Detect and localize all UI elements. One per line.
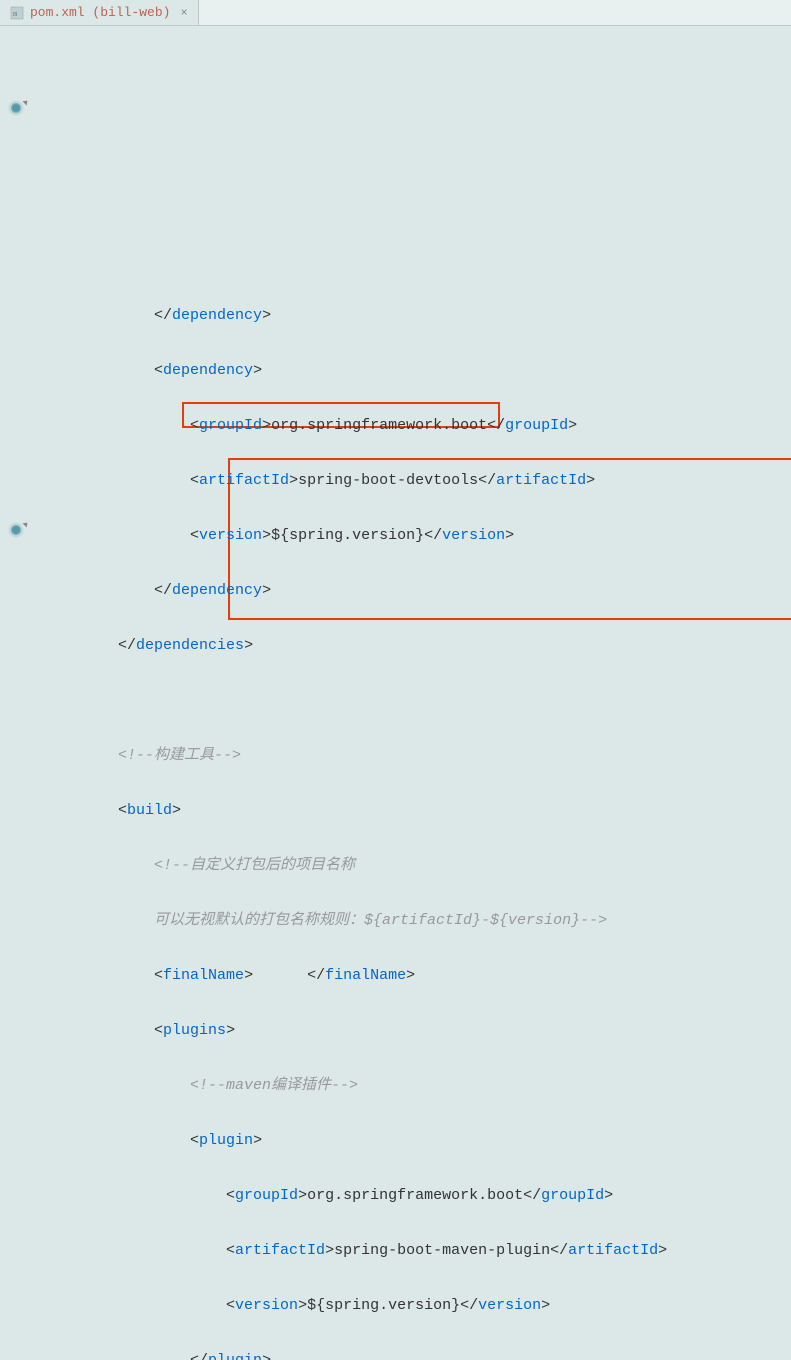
gutter bbox=[0, 26, 42, 680]
tab-title: pom.xml (bill-web) bbox=[30, 5, 170, 20]
code-line: </dependencies> bbox=[42, 632, 791, 660]
run-icon[interactable] bbox=[10, 102, 28, 120]
code-line: <version>${spring.version}</version> bbox=[42, 522, 791, 550]
code-line: <!--构建工具--> bbox=[42, 742, 791, 770]
code-line: <dependency> bbox=[42, 357, 791, 385]
tag-highlight bbox=[42, 144, 114, 168]
close-icon[interactable]: × bbox=[180, 6, 187, 20]
code-line: <artifactId>spring-boot-maven-plugin</ar… bbox=[42, 1237, 791, 1265]
tab-bar: m pom.xml (bill-web) × bbox=[0, 0, 791, 26]
code-line: </plugin> bbox=[42, 1347, 791, 1360]
code-line: <build> bbox=[42, 797, 791, 825]
code-line bbox=[42, 687, 791, 715]
code-line: <groupId>org.springframework.boot</group… bbox=[42, 412, 791, 440]
code-line: <artifactId>spring-boot-devtools</artifa… bbox=[42, 467, 791, 495]
code-line: <plugins> bbox=[42, 1017, 791, 1045]
code-line: 可以无视默认的打包名称规则：${artifactId}-${version}--… bbox=[42, 907, 791, 935]
code-line: </dependency> bbox=[42, 577, 791, 605]
code-line: <finalName> </finalName> bbox=[42, 962, 791, 990]
editor[interactable]: </dependency> <dependency> <groupId>org.… bbox=[0, 26, 791, 680]
code-line: <!--自定义打包后的项目名称 bbox=[42, 852, 791, 880]
run-icon[interactable] bbox=[10, 524, 28, 542]
svg-text:m: m bbox=[13, 11, 17, 19]
code-line: <plugin> bbox=[42, 1127, 791, 1155]
tag-highlight bbox=[42, 223, 114, 247]
xml-file-icon: m bbox=[10, 6, 24, 20]
code-line: <groupId>org.springframework.boot</group… bbox=[42, 1182, 791, 1210]
code-line: </dependency> bbox=[42, 302, 791, 330]
code-area[interactable]: </dependency> <dependency> <groupId>org.… bbox=[42, 26, 791, 680]
file-tab[interactable]: m pom.xml (bill-web) × bbox=[0, 0, 199, 25]
code-line: <!--maven编译插件--> bbox=[42, 1072, 791, 1100]
code-line: <version>${spring.version}</version> bbox=[42, 1292, 791, 1320]
